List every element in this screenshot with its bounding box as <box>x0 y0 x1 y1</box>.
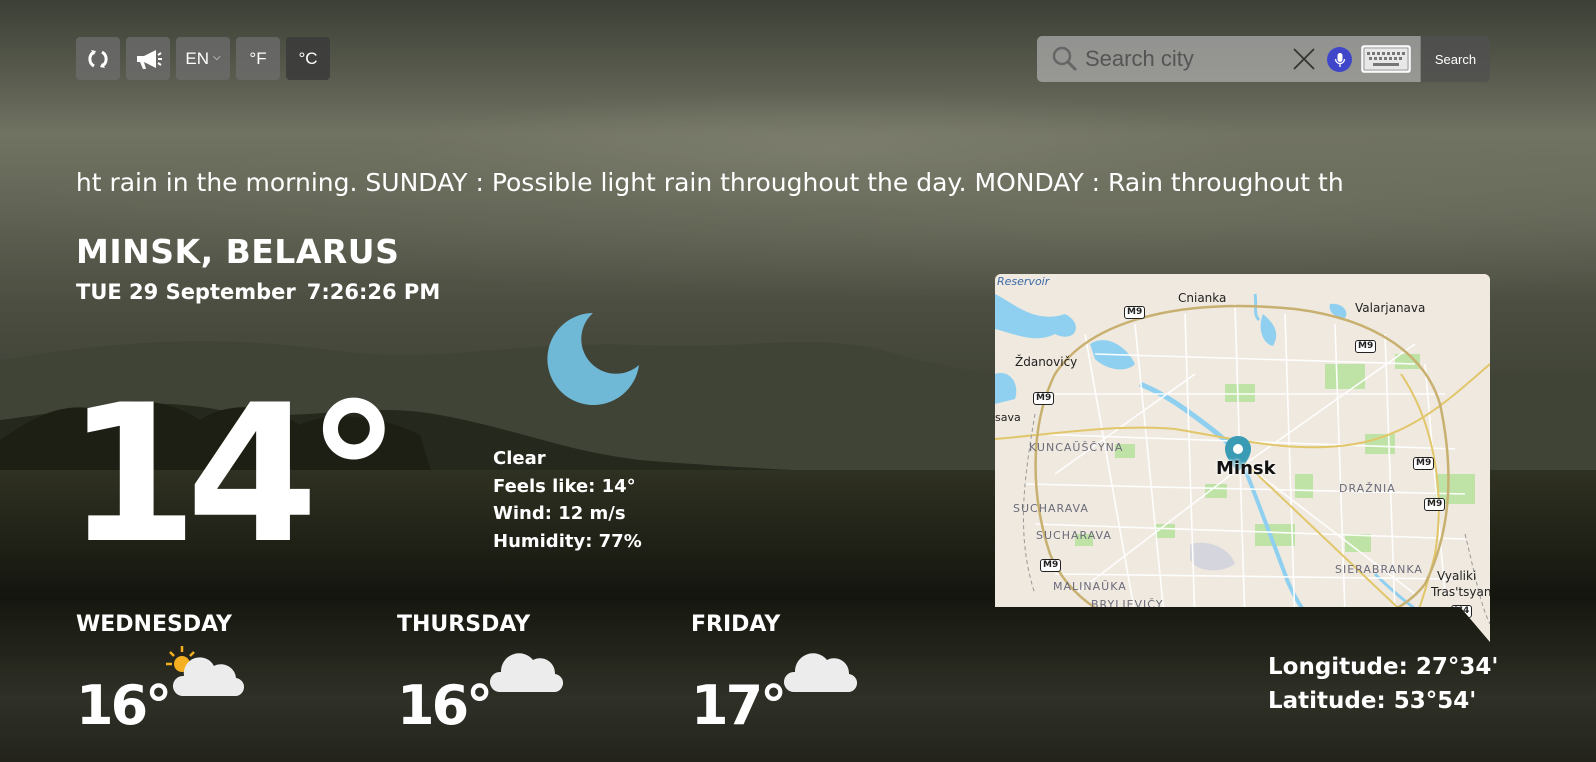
wind: Wind: 12 m/s <box>493 503 626 524</box>
map-label: Ždanovičy <box>1015 355 1078 369</box>
humidity: Humidity: 77% <box>493 530 642 552</box>
toolbar: EN ⌵ °F °C <box>76 37 330 80</box>
forecast-temperature: 16° <box>76 674 172 737</box>
search-input[interactable] <box>1085 44 1285 74</box>
fahrenheit-button[interactable]: °F <box>236 37 280 80</box>
condition: Clear <box>493 448 546 469</box>
map-label: SUCHARAVA <box>1013 502 1089 515</box>
search-bar: Search <box>1037 36 1490 82</box>
forecast-temperature: 16° <box>397 674 493 737</box>
map-label: Vyaliki <box>1437 569 1477 583</box>
celsius-label: °C <box>298 48 318 68</box>
map-label: MALINAŬKA <box>1053 580 1127 593</box>
clear-icon[interactable] <box>1292 47 1316 71</box>
road-shield: M9 <box>1124 306 1146 319</box>
forecast-ticker: ght rain in the morning. SUNDAY : Possib… <box>76 166 1490 202</box>
road-shield: M9 <box>1033 392 1055 405</box>
voice-search-button[interactable] <box>1327 47 1352 72</box>
ticker-text: ght rain in the morning. SUNDAY : Possib… <box>76 168 1344 197</box>
map-label: Cnianka <box>1178 291 1227 305</box>
location-map[interactable]: Reservoir Cnianka Valarjanava Ždanovičy … <box>995 274 1490 642</box>
moon-icon <box>547 313 639 405</box>
cloud-icon <box>490 653 563 693</box>
celsius-button[interactable]: °C <box>286 37 330 80</box>
map-label: DRAŽNIA <box>1339 482 1396 495</box>
forecast-day-3: FRIDAY 17° <box>691 612 857 737</box>
date-time: TUE 29 September 7:26:26 PM <box>76 280 440 304</box>
date: TUE 29 September <box>76 280 296 304</box>
refresh-icon <box>88 49 108 68</box>
partly-cloudy-day-icon <box>166 646 244 697</box>
forecast-day-1: WEDNESDAY 16° <box>76 612 244 737</box>
city-name: MINSK, BELARUS <box>76 232 400 271</box>
longitude: Longitude: 27°34' <box>1268 654 1499 680</box>
language-select[interactable]: EN ⌵ <box>176 37 230 80</box>
map-label: Valarjanava <box>1355 301 1426 315</box>
search-button[interactable]: Search <box>1420 36 1490 82</box>
forecast-temperature: 17° <box>691 674 787 737</box>
speak-weather-button[interactable] <box>126 37 170 80</box>
map-label: sava <box>995 411 1021 424</box>
keyboard-icon[interactable] <box>1361 45 1411 73</box>
language-value: EN <box>185 48 210 68</box>
map-label: KUNCAŬŠČYNA <box>1029 441 1124 454</box>
refresh-background-button[interactable] <box>76 37 120 80</box>
map-label: SUCHARAVA <box>1036 529 1112 542</box>
forecast-day-name: FRIDAY <box>691 612 781 637</box>
feels-like: Feels like: 14° <box>493 475 636 497</box>
time: 7:26:26 PM <box>306 280 441 304</box>
road-shield: M9 <box>1424 498 1446 511</box>
current-temperature: 14° <box>66 364 401 585</box>
road-shield: M9 <box>1413 457 1435 470</box>
map-label: SIERABRANKA <box>1335 563 1423 576</box>
latitude: Latitude: 53°54' <box>1268 688 1477 714</box>
map-label: Reservoir <box>997 275 1050 288</box>
forecast-day-2: THURSDAY 16° <box>397 612 563 737</box>
search-icon <box>1052 46 1078 72</box>
cloud-icon <box>784 653 857 693</box>
coordinates: Longitude: 27°34' Latitude: 53°54' <box>1268 650 1498 718</box>
microphone-icon <box>1334 52 1345 67</box>
map-label-capital: Minsk <box>1216 458 1276 479</box>
megaphone-icon <box>137 49 162 69</box>
road-shield: M9 <box>1355 340 1377 353</box>
weather-details: Clear Feels like: 14° Wind: 12 m/s Humid… <box>493 445 642 555</box>
chevron-down-icon: ⌵ <box>213 52 221 63</box>
forecast-day-name: THURSDAY <box>397 612 531 637</box>
road-shield: M9 <box>1040 559 1062 572</box>
map-label: Tras'tsyanye <box>1431 585 1490 599</box>
search-field <box>1037 36 1420 82</box>
forecast-day-name: WEDNESDAY <box>76 612 232 637</box>
fahrenheit-label: °F <box>249 48 267 68</box>
